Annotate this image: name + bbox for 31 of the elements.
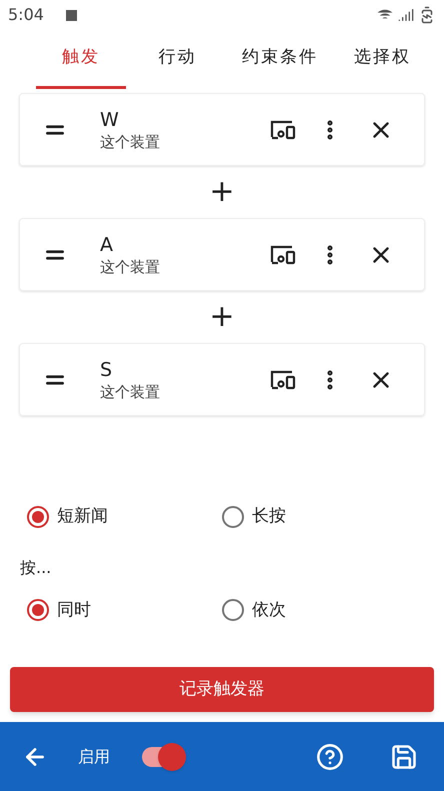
signal-icon [398,7,414,23]
trigger-key: S [100,358,160,382]
trigger-key: A [100,232,160,256]
radio-label: 同时 [57,598,91,622]
plus-sign: + [209,177,235,207]
tab[interactable]: 选择权 [331,30,434,89]
devices-icon[interactable] [270,368,298,390]
enable-label: 启用 [78,746,110,768]
radio-button[interactable] [27,599,49,622]
radio-button[interactable] [27,506,49,528]
radio-label: 长按 [252,505,286,528]
plus-sign: + [209,302,235,332]
help-icon[interactable] [316,742,344,770]
save-icon[interactable] [390,742,418,770]
status-time: 5:04 [8,4,44,26]
radio-label: 依次 [252,598,286,622]
notification-icon [66,10,77,20]
trigger-device: 这个装置 [100,132,160,152]
trigger-device: 这个装置 [100,382,160,402]
tab[interactable]: 行动 [126,30,229,89]
radio-button[interactable] [222,506,244,528]
record-button[interactable]: 记录触发器 [10,667,434,712]
tab[interactable]: 约束条件 [228,30,332,89]
radio-label: 短新闻 [57,505,108,528]
press-mode-label: 按... [20,556,52,578]
tab[interactable]: 触发 [36,30,126,89]
radio-button[interactable] [222,599,244,622]
trigger-key: W [100,108,160,132]
devices-icon[interactable] [270,244,298,266]
devices-icon[interactable] [270,118,298,140]
trigger-device: 这个装置 [100,256,160,276]
